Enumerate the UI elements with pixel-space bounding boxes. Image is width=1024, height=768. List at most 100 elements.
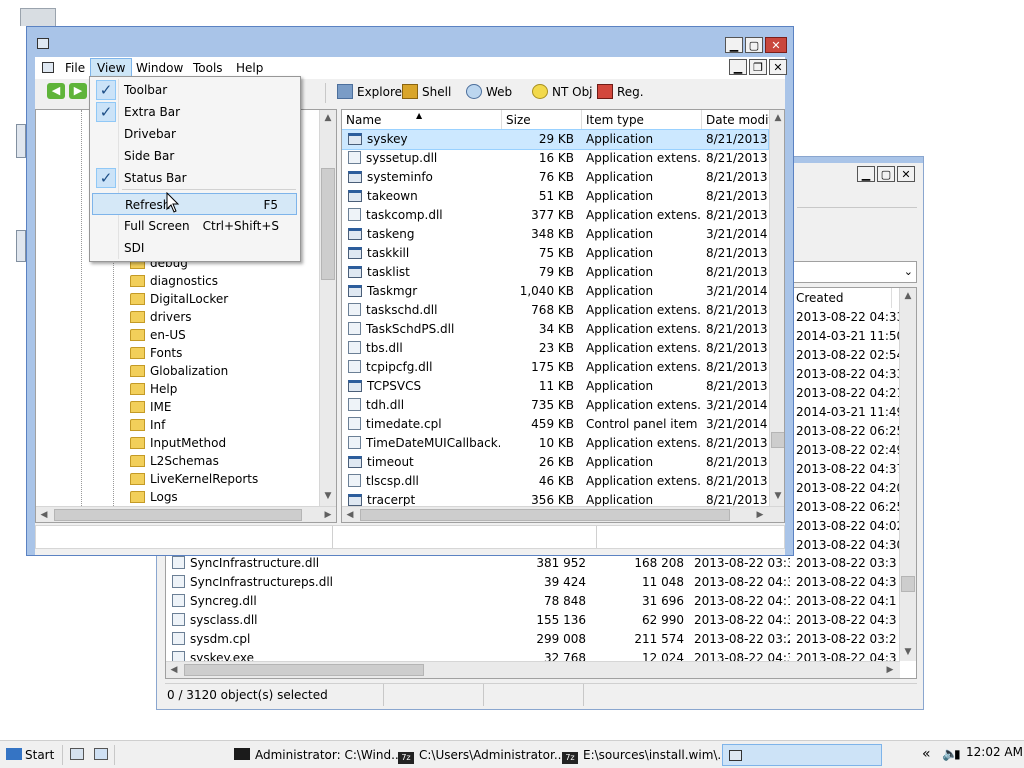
maximize-button[interactable]: ▢ [745,37,763,53]
file-row[interactable]: tbs.dll 23 KB Application extens... 8/21/20… [342,339,768,358]
scroll-left-arrow[interactable]: ◀ [166,662,182,678]
back-file-row[interactable]: sysclass.dll 155 136 62 990 2013-08-22 04:3… [166,611,900,630]
quick-launch-icon[interactable] [94,748,108,760]
back-maximize-button[interactable]: ▢ [877,166,895,182]
file-row[interactable]: tdh.dll 735 KB Application extens... 3/21/2… [342,396,768,415]
menu-tools[interactable]: Tools [193,61,223,75]
view-menu-item-drivebar[interactable]: Drivebar [92,123,297,145]
forward-arrow-icon[interactable]: ▶ [69,83,87,99]
minimize-button[interactable]: ▁ [725,37,743,53]
file-row[interactable]: tlscsp.dll 46 KB Application extens... 8/21… [342,472,768,491]
back-horizontal-scrollbar[interactable]: ◀ ▶ [166,661,900,678]
tree-folder-item[interactable]: Inf [130,416,165,434]
back-file-row[interactable]: sysdm.cpl 299 008 211 574 2013-08-22 03:26 2… [166,630,900,649]
view-menu-item-toolbar[interactable]: ✓ Toolbar [92,79,297,101]
scroll-up-arrow[interactable]: ▲ [900,288,916,304]
file-row[interactable]: taskcomp.dll 377 KB Application extens... 8… [342,206,768,225]
file-row[interactable]: taskschd.dll 768 KB Application extens... 8… [342,301,768,320]
file-row[interactable]: timeout 26 KB Application 8/21/2013 8 [342,453,768,472]
back-file-row[interactable]: SyncInfrastructureps.dll 39 424 11 048 2013… [166,573,900,592]
tree-horizontal-scrollbar[interactable]: ◀ ▶ [36,506,336,522]
file-row[interactable]: Taskmgr 1,040 KB Application 3/21/2014 1 [342,282,768,301]
tree-folder-item[interactable]: LiveKernelReports [130,470,258,488]
mdi-minimize-button[interactable]: ▁ [729,59,747,75]
column-header-size[interactable]: Size [502,110,582,130]
scroll-thumb-h[interactable] [54,509,302,521]
tree-folder-item[interactable]: L2Schemas [130,452,219,470]
tree-folder-item[interactable]: diagnostics [130,272,218,290]
file-row[interactable]: tcpipcfg.dll 175 KB Application extens... 8… [342,358,768,377]
view-menu-item-sdi[interactable]: SDI [92,237,297,259]
scroll-thumb-h[interactable] [184,664,424,676]
tree-folder-item[interactable]: IME [130,398,171,416]
tree-folder-item[interactable]: Logs [130,488,178,506]
back-close-button[interactable]: ✕ [897,166,915,182]
tree-folder-item[interactable]: DigitalLocker [130,290,228,308]
scroll-down-arrow[interactable]: ▼ [320,488,336,504]
file-row[interactable]: TaskSchdPS.dll 34 KB Application extens...… [342,320,768,339]
scroll-left-arrow[interactable]: ◀ [36,507,52,522]
mdi-close-button[interactable]: ✕ [769,59,787,75]
file-row[interactable]: syssetup.dll 16 KB Application extens... 8/… [342,149,768,168]
tray-chevron-icon[interactable]: « [922,746,931,762]
file-horizontal-scrollbar[interactable]: ◀ ▶ [342,506,784,522]
view-menu-item-status-bar[interactable]: ✓ Status Bar [92,167,297,189]
scroll-right-arrow[interactable]: ▶ [882,662,898,678]
explore-button[interactable]: Explore [337,81,402,103]
view-menu-item-full-screen[interactable]: Full Screen Ctrl+Shift+S [92,215,297,237]
scroll-thumb-h[interactable] [360,509,730,521]
scroll-thumb[interactable] [771,432,784,448]
reg-button[interactable]: Reg. [597,81,644,103]
network-icon[interactable]: ▮ [954,747,961,761]
file-row[interactable]: tasklist 79 KB Application 8/21/2013 8 [342,263,768,282]
start-button[interactable]: Start [6,744,54,766]
tree-folder-item[interactable]: Help [130,380,177,398]
scroll-down-arrow[interactable]: ▼ [770,488,784,504]
shell-button[interactable]: Shell [402,81,451,103]
file-row[interactable]: systeminfo 76 KB Application 8/21/2013 8 [342,168,768,187]
scroll-up-arrow[interactable]: ▲ [320,110,336,126]
menu-view[interactable]: View [90,58,133,78]
file-row[interactable]: taskeng 348 KB Application 3/21/2014 1 [342,225,768,244]
column-header-date[interactable]: Date modifi [702,110,770,130]
back-arrow-icon[interactable]: ◀ [47,83,65,99]
show-desktop-icon[interactable] [70,748,84,760]
back-file-row[interactable]: SyncInfrastructure.dll 381 952 168 208 2013… [166,554,900,573]
back-address-dropdown[interactable]: ⌄ [793,261,917,283]
scroll-thumb[interactable] [901,576,915,592]
tree-folder-item[interactable]: drivers [130,308,192,326]
tree-vertical-scrollbar[interactable]: ▲ ▼ [319,110,336,506]
task-explorer[interactable] [722,744,882,766]
back-minimize-button[interactable]: ▁ [857,166,875,182]
file-row[interactable]: takeown 51 KB Application 8/21/2013 8 [342,187,768,206]
tree-folder-item[interactable]: Globalization [130,362,228,380]
file-list[interactable]: Name ▲ Size Item type Date modifi syskey… [341,109,785,523]
menu-help[interactable]: Help [236,61,263,75]
back-file-row[interactable]: Syncreg.dll 78 848 31 696 2013-08-22 04:18 2… [166,592,900,611]
web-button[interactable]: Web [466,81,512,103]
file-vertical-scrollbar[interactable]: ▲ ▼ [769,110,784,506]
file-row[interactable]: TimeDateMUICallback.... 10 KB Application … [342,434,768,453]
close-button[interactable]: ✕ [765,37,787,53]
ntobj-button[interactable]: NT Obj [532,81,593,103]
file-row[interactable]: syskey 29 KB Application 8/21/2013 9 [342,129,769,150]
scroll-right-arrow[interactable]: ▶ [752,507,768,522]
task-cmd[interactable]: Administrator: C:\Wind... [234,744,403,766]
task-7zip-wim[interactable]: 7z E:\sources\install.wim\... [562,744,729,766]
task-7zip-users[interactable]: 7z C:\Users\Administrator.... [398,744,569,766]
column-header-type[interactable]: Item type [582,110,702,130]
tree-folder-item[interactable]: en-US [130,326,186,344]
menu-file[interactable]: File [65,61,85,75]
scroll-right-arrow[interactable]: ▶ [320,507,336,522]
file-row[interactable]: TCPSVCS 11 KB Application 8/21/2013 7 [342,377,768,396]
mdi-restore-button[interactable]: ❐ [749,59,767,75]
file-row[interactable]: timedate.cpl 459 KB Control panel item 3/21… [342,415,768,434]
back-vertical-scrollbar[interactable]: ▲ ▼ [899,288,916,661]
tree-folder-item[interactable]: Fonts [130,344,182,362]
scroll-thumb[interactable] [321,168,335,280]
file-row[interactable]: taskkill 75 KB Application 8/21/2013 8 [342,244,768,263]
scroll-left-arrow[interactable]: ◀ [342,507,358,522]
clock[interactable]: 12:02 AM [966,745,1023,759]
scroll-up-arrow[interactable]: ▲ [770,110,784,126]
menu-window[interactable]: Window [136,61,183,75]
